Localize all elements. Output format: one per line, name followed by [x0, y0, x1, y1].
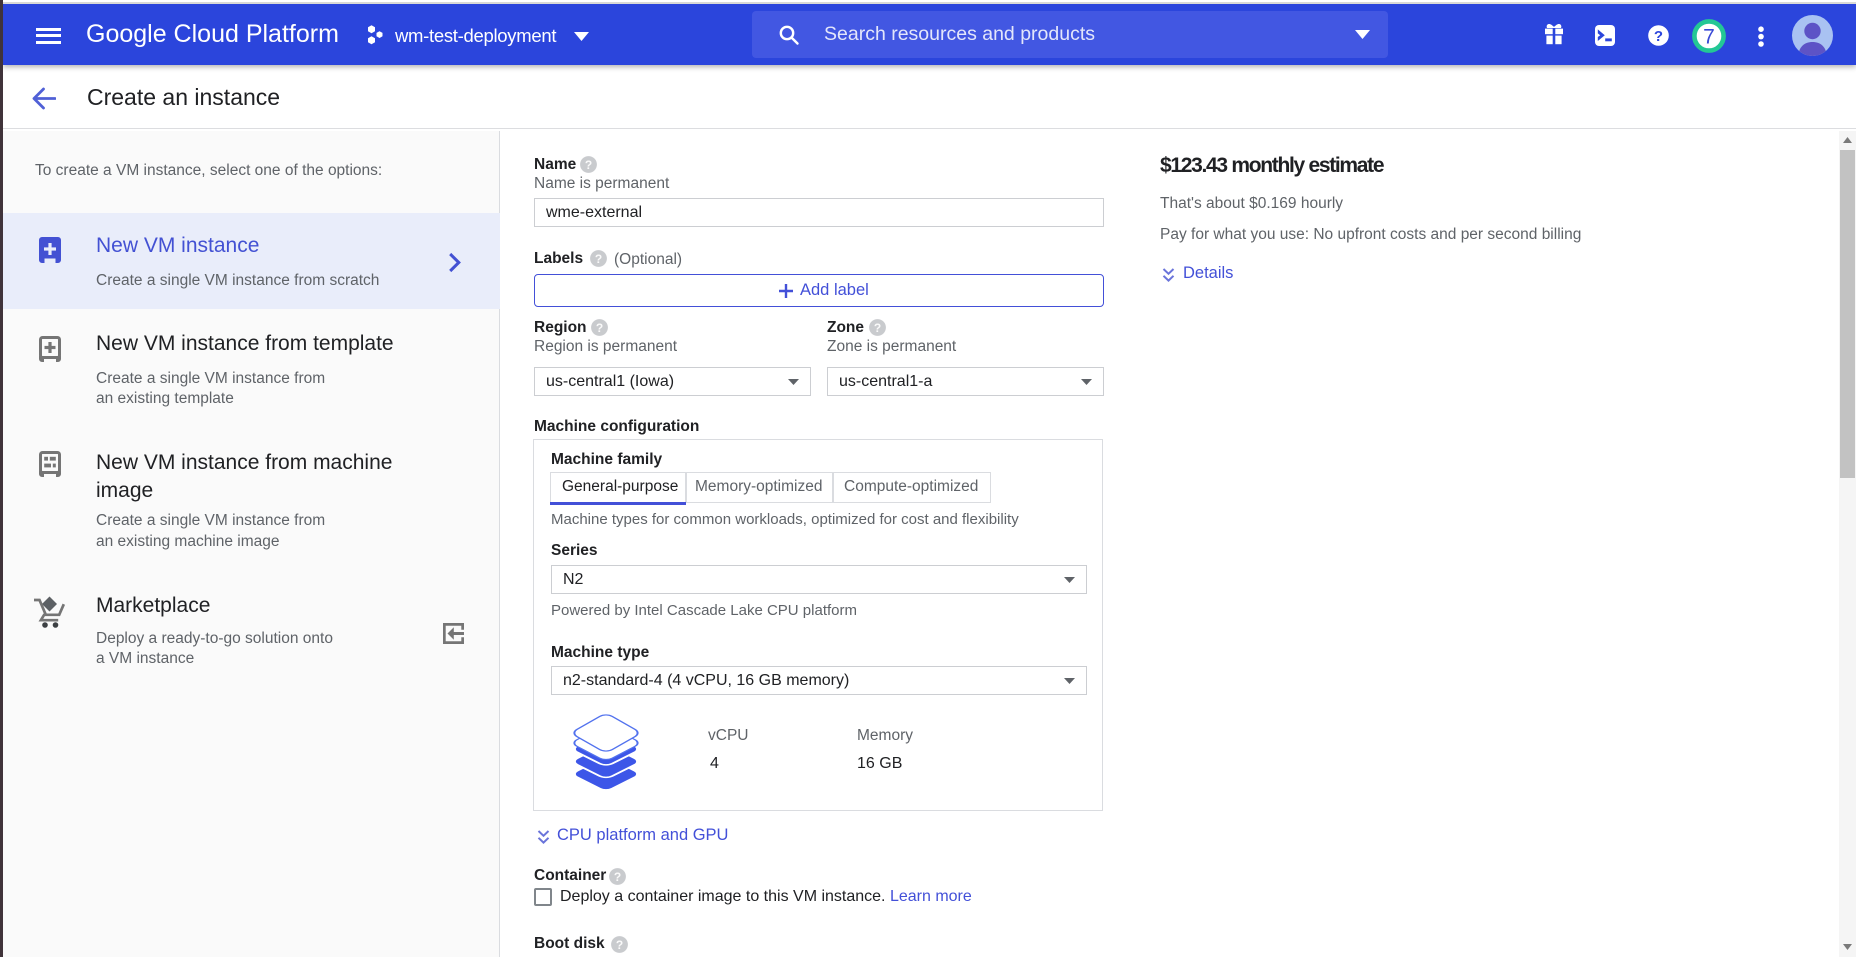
svg-text:?: ?: [585, 158, 592, 172]
svg-text:?: ?: [616, 938, 623, 952]
svg-text:?: ?: [614, 870, 621, 884]
svg-text:?: ?: [595, 252, 602, 266]
svg-text:?: ?: [1654, 28, 1663, 45]
svg-text:?: ?: [596, 321, 603, 335]
svg-text:7: 7: [1703, 25, 1715, 48]
svg-text:?: ?: [874, 321, 881, 335]
